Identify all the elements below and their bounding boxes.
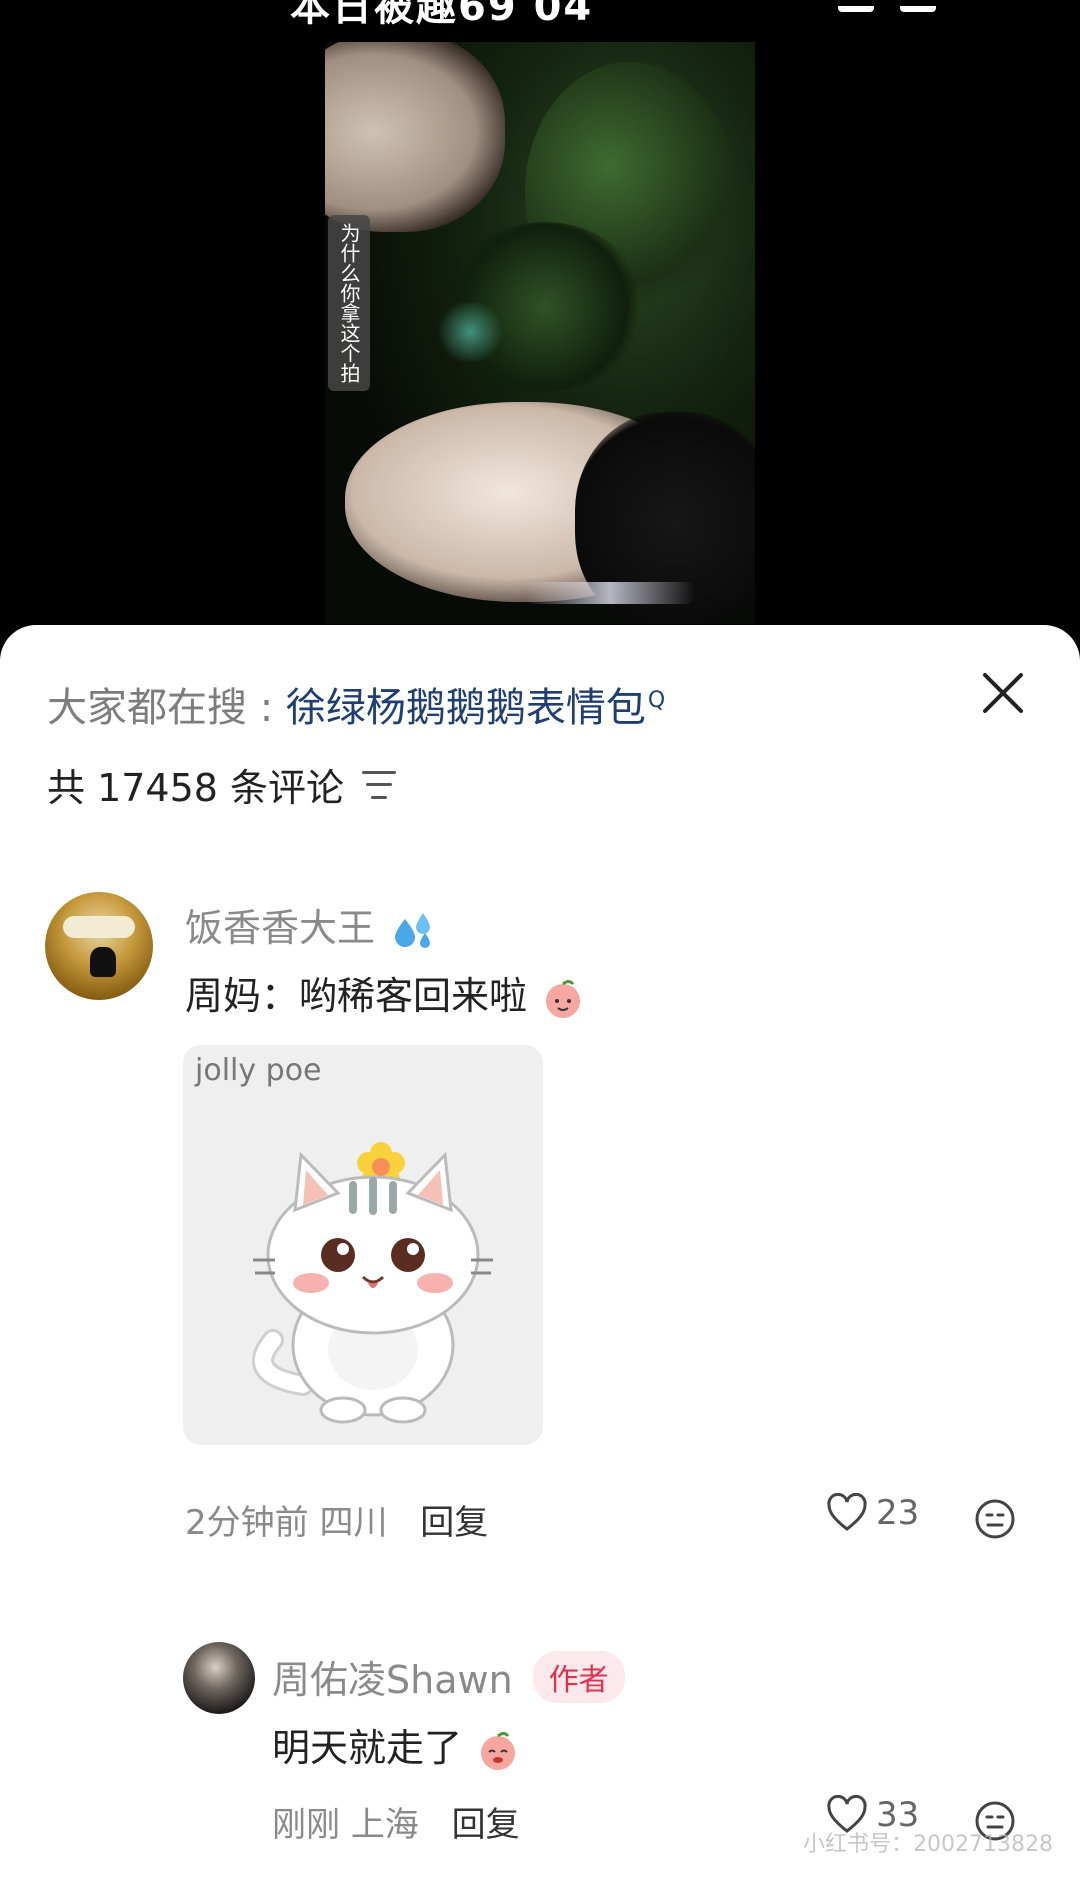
comment-meta: 2分钟前 四川 回复: [185, 1495, 488, 1544]
status-bar-text: 本日被趣69 04: [290, 0, 594, 30]
comment-meta: 刚刚 上海 回复: [272, 1797, 520, 1846]
heart-icon: [827, 1493, 867, 1531]
like-button[interactable]: 23: [826, 1493, 919, 1533]
video-frame[interactable]: [325, 42, 755, 624]
hot-search[interactable]: 大家都在搜 : 徐绿杨鹅鹅鹅表情包Q: [47, 675, 665, 733]
comment-body: 明天就走了: [272, 1726, 463, 1770]
video-streetlight: [525, 582, 695, 604]
cat-sticker-icon: [252, 1142, 493, 1424]
comment-username[interactable]: 饭香香大王: [185, 897, 435, 952]
comment-count: 共 17458 条评论: [47, 766, 345, 810]
comments-sheet: 大家都在搜 : 徐绿杨鹅鹅鹅表情包Q 共 17458 条评论 饭香香大王 周妈：…: [0, 625, 1080, 1878]
comment-text: 明天就走了: [272, 1717, 520, 1773]
video-player[interactable]: 本日被趣69 04 为什么你拿这个拍: [0, 0, 1080, 640]
peach-emoji-icon: [481, 1731, 516, 1770]
peach-emoji-icon: [546, 979, 581, 1018]
hot-search-prefix: 大家都在搜 :: [47, 685, 286, 731]
username-text: 周佑凌Shawn: [272, 1658, 513, 1702]
hot-search-term[interactable]: 徐绿杨鹅鹅鹅表情包: [286, 685, 646, 731]
comment-count-row: 共 17458 条评论: [47, 757, 398, 812]
comment-username[interactable]: 周佑凌Shawn 作者: [272, 1649, 625, 1704]
video-person-top: [325, 42, 505, 232]
close-button[interactable]: [975, 665, 1031, 721]
emoji-reaction-icon[interactable]: [974, 1498, 1016, 1540]
watermark: 小红书号：2002713828: [803, 1832, 1053, 1857]
video-caption: 为什么你拿这个拍: [328, 215, 370, 391]
comment-location: 四川: [319, 1503, 388, 1543]
status-icons: [838, 0, 1030, 12]
close-icon: [983, 673, 1023, 713]
wifi-icon: [838, 0, 874, 12]
username-text: 饭香香大王: [185, 906, 376, 950]
avatar-author[interactable]: [183, 1642, 255, 1714]
comment-time: 2分钟前: [185, 1503, 309, 1543]
water-drops-icon: [395, 912, 431, 948]
comment-body: 周妈：哟稀客回来啦: [185, 974, 528, 1018]
signal-icon: [900, 0, 936, 12]
sort-icon[interactable]: [362, 770, 398, 799]
sticker-brand: jolly poe: [195, 1053, 322, 1088]
comment-location: 上海: [350, 1805, 419, 1845]
comment-time: 刚刚: [272, 1805, 340, 1845]
avatar[interactable]: [45, 892, 153, 1000]
search-icon: Q: [647, 687, 666, 713]
reply-button[interactable]: 回复: [420, 1503, 488, 1543]
reply-button[interactable]: 回复: [452, 1805, 520, 1845]
comment-text: 周妈：哟稀客回来啦: [185, 965, 585, 1021]
sticker-image[interactable]: jolly poe: [183, 1045, 543, 1445]
video-light-glow: [435, 302, 505, 362]
author-badge: 作者: [532, 1650, 625, 1703]
like-count: 23: [876, 1493, 920, 1533]
